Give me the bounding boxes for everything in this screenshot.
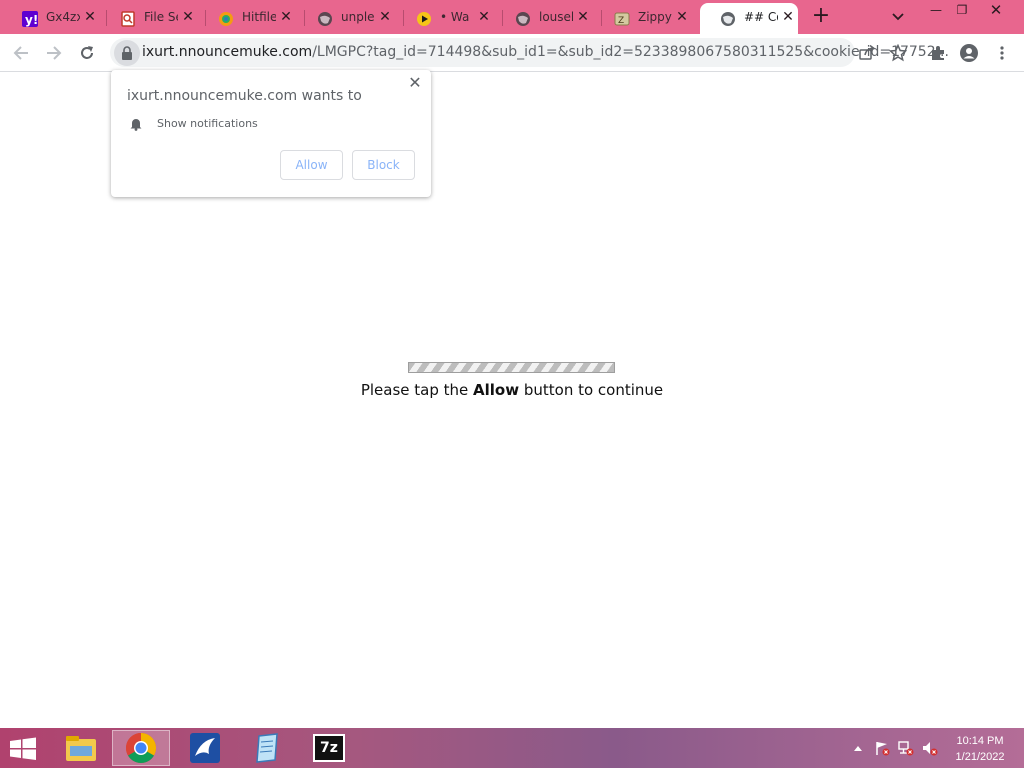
url-text[interactable]: ixurt.nnouncemuke.com/LMGPC?tag_id=71449… bbox=[142, 44, 949, 60]
globe-icon bbox=[720, 11, 736, 27]
block-button[interactable]: Block bbox=[352, 150, 415, 180]
new-tab-button[interactable]: + bbox=[809, 5, 833, 29]
reload-icon[interactable] bbox=[76, 42, 98, 64]
share-icon[interactable] bbox=[856, 42, 878, 64]
notepad-icon[interactable] bbox=[238, 730, 296, 766]
close-icon[interactable]: ✕ bbox=[575, 9, 591, 25]
globe-icon bbox=[515, 11, 531, 27]
tab-4[interactable]: unplea ✕ bbox=[297, 3, 395, 34]
chevron-down-icon[interactable] bbox=[890, 9, 906, 25]
lock-icon[interactable] bbox=[114, 40, 140, 66]
permission-request-text: Show notifications bbox=[157, 117, 258, 130]
close-icon[interactable]: ✕ bbox=[278, 9, 294, 25]
tab-title: Zippy bbox=[638, 10, 672, 24]
hitfile-icon bbox=[218, 11, 234, 27]
tab-2[interactable]: File Se ✕ bbox=[100, 3, 198, 34]
forward-arrow-icon[interactable] bbox=[43, 42, 65, 64]
tab-1[interactable]: y! Gx4zx ✕ bbox=[2, 3, 100, 34]
tab-3[interactable]: Hitfile ✕ bbox=[198, 3, 296, 34]
restore-button[interactable]: ❐ bbox=[947, 0, 977, 22]
close-icon[interactable]: ✕ bbox=[476, 9, 492, 25]
7zip-icon[interactable]: 7z bbox=[300, 730, 358, 766]
volume-muted-icon[interactable] bbox=[922, 740, 938, 756]
menu-dots-icon[interactable] bbox=[991, 42, 1013, 64]
profile-icon[interactable] bbox=[958, 42, 980, 64]
tab-6[interactable]: louseb ✕ bbox=[495, 3, 593, 34]
url-domain: ixurt.nnouncemuke.com bbox=[142, 44, 313, 60]
bell-icon bbox=[129, 116, 143, 131]
close-icon[interactable]: ✕ bbox=[780, 9, 796, 25]
tab-title: louseb bbox=[539, 10, 573, 24]
popup-title: ixurt.nnouncemuke.com wants to bbox=[127, 88, 362, 104]
instruction-message: Please tap the Allow button to continue bbox=[0, 381, 1024, 399]
close-icon[interactable]: ✕ bbox=[674, 9, 690, 25]
extensions-icon[interactable] bbox=[927, 42, 949, 64]
action-center-flag-icon[interactable] bbox=[874, 740, 890, 756]
progress-bar bbox=[408, 362, 615, 373]
close-icon[interactable]: ✕ bbox=[180, 9, 196, 25]
tab-5[interactable]: • Wa ✕ bbox=[396, 3, 494, 34]
close-icon[interactable]: ✕ bbox=[377, 9, 393, 25]
star-icon[interactable] bbox=[887, 42, 909, 64]
tab-title: File Se bbox=[144, 10, 178, 24]
tab-title: ## Co bbox=[744, 10, 778, 24]
taskbar: 7z 10:14 PM 1/21/2022 bbox=[0, 728, 1024, 768]
browser-toolbar: ixurt.nnouncemuke.com/LMGPC?tag_id=71449… bbox=[0, 34, 1024, 72]
notification-permission-popup: ixurt.nnouncemuke.com wants to ✕ Show no… bbox=[111, 70, 431, 197]
back-arrow-icon[interactable] bbox=[10, 42, 32, 64]
tab-title: Gx4zx bbox=[46, 10, 80, 24]
message-text: Please tap the bbox=[360, 381, 474, 399]
network-icon[interactable] bbox=[898, 740, 914, 756]
7zip-label: 7z bbox=[313, 734, 345, 762]
svg-text:y!: y! bbox=[25, 13, 38, 27]
progress-fill bbox=[409, 363, 614, 372]
show-hidden-icons-icon[interactable] bbox=[850, 740, 866, 756]
message-text-end: button to continue bbox=[519, 381, 664, 399]
address-bar[interactable]: ixurt.nnouncemuke.com/LMGPC?tag_id=71449… bbox=[110, 38, 949, 67]
yahoo-icon: y! bbox=[22, 11, 38, 27]
play-icon bbox=[416, 11, 432, 27]
globe-icon bbox=[317, 11, 333, 27]
zippy-icon: Z bbox=[614, 11, 630, 27]
tab-title: Hitfile bbox=[242, 10, 276, 24]
chrome-icon[interactable] bbox=[112, 730, 170, 766]
clock-date: 1/21/2022 bbox=[955, 751, 1005, 763]
window-close-button[interactable]: ✕ bbox=[981, 0, 1011, 22]
message-allow-word: Allow bbox=[473, 381, 520, 399]
tab-title: • Wa bbox=[440, 10, 470, 24]
app-icon[interactable] bbox=[176, 730, 234, 766]
close-icon[interactable]: ✕ bbox=[82, 9, 98, 25]
taskbar-clock[interactable]: 10:14 PM 1/21/2022 bbox=[944, 733, 1016, 765]
tab-7[interactable]: Z Zippy ✕ bbox=[594, 3, 692, 34]
tab-title: unplea bbox=[341, 10, 375, 24]
tab-8-active[interactable]: ## Co ✕ bbox=[700, 3, 798, 34]
tab-strip: y! Gx4zx ✕ File Se ✕ Hitfile ✕ unplea ✕ … bbox=[0, 0, 1024, 34]
windows-start-icon[interactable] bbox=[8, 737, 38, 761]
file-icon bbox=[120, 11, 136, 27]
svg-text:Z: Z bbox=[618, 16, 624, 26]
clock-time: 10:14 PM bbox=[956, 735, 1004, 747]
close-icon[interactable]: ✕ bbox=[408, 75, 422, 91]
allow-button[interactable]: Allow bbox=[280, 150, 343, 180]
file-explorer-icon[interactable] bbox=[52, 730, 110, 766]
url-path: /LMGPC?tag_id=714498&sub_id1=&sub_id2=52… bbox=[312, 44, 949, 60]
